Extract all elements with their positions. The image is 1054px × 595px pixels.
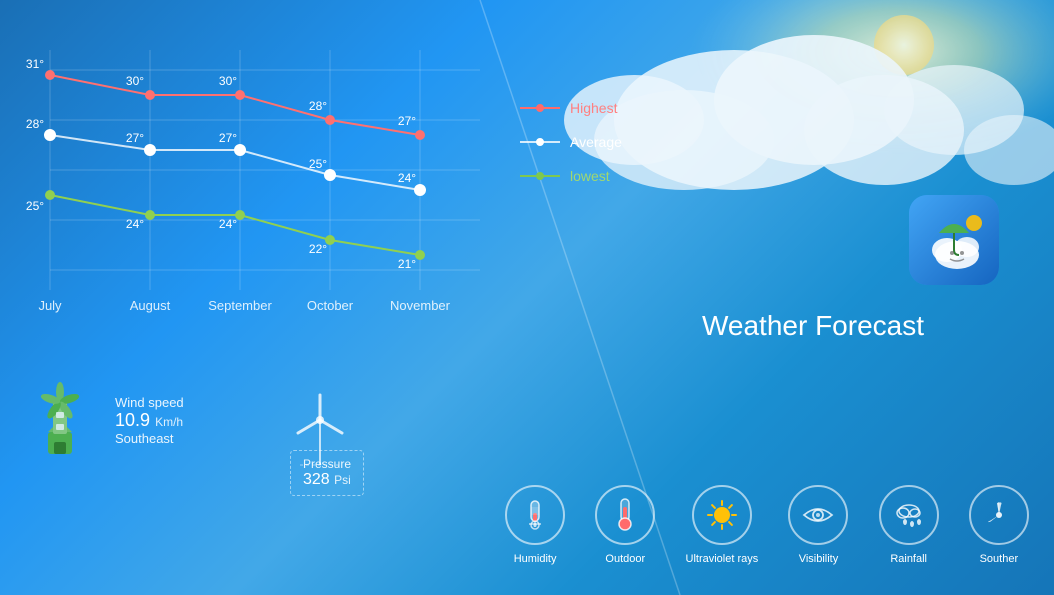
svg-text:November: November — [390, 298, 451, 313]
svg-text:22°: 22° — [309, 242, 327, 256]
svg-text:27°: 27° — [398, 114, 416, 128]
svg-text:27°: 27° — [126, 131, 144, 145]
pressure-value: 328 Psi — [303, 471, 351, 489]
uv-item[interactable]: Ultraviolet rays — [686, 485, 759, 565]
wind-info: Wind speed 10.9 Km/h Southeast — [115, 395, 184, 446]
app-icon[interactable] — [909, 195, 999, 285]
legend-line-highest — [520, 107, 560, 109]
rainfall-item[interactable]: Rainfall — [879, 485, 939, 565]
outdoor-icon-circle[interactable] — [595, 485, 655, 545]
svg-text:27°: 27° — [219, 131, 237, 145]
wind-speed-label: Wind speed — [115, 395, 184, 410]
rainfall-icon-circle[interactable] — [879, 485, 939, 545]
legend-label-lowest: lowest — [570, 168, 610, 184]
visibility-icon-circle[interactable] — [788, 485, 848, 545]
chart-legend: Highest Average lowest — [520, 100, 622, 202]
svg-text:28°: 28° — [309, 99, 327, 113]
svg-text:31°: 31° — [26, 57, 44, 71]
svg-text:25°: 25° — [309, 157, 327, 171]
windmill-icon — [20, 380, 100, 460]
wind-direction: Southeast — [115, 431, 184, 446]
legend-label-highest: Highest — [570, 100, 617, 116]
rainfall-label: Rainfall — [890, 553, 927, 565]
svg-text:October: October — [307, 298, 354, 313]
svg-text:September: September — [208, 298, 272, 313]
humidity-item[interactable]: Humidity — [505, 485, 565, 565]
wind-speed-value: 10.9 Km/h — [115, 410, 184, 431]
svg-text:30°: 30° — [126, 74, 144, 88]
wind-section: Wind speed 10.9 Km/h Southeast — [20, 380, 184, 460]
uv-label: Ultraviolet rays — [686, 553, 759, 565]
humidity-icon-circle[interactable] — [505, 485, 565, 545]
souther-icon-circle[interactable] — [969, 485, 1029, 545]
weather-forecast-title: Weather Forecast — [702, 310, 924, 362]
svg-text:August: August — [130, 298, 171, 313]
pressure-section: Pressure 328 Psi — [290, 450, 364, 496]
svg-text:21°: 21° — [398, 257, 416, 271]
svg-text:24°: 24° — [219, 217, 237, 231]
svg-text:25°: 25° — [26, 199, 44, 213]
legend-label-average: Average — [570, 134, 622, 150]
outdoor-label: Outdoor — [605, 553, 645, 565]
legend-line-average — [520, 141, 560, 143]
souther-label: Souther — [980, 553, 1019, 565]
temperature-chart: 31° 30° 30° 28° 27° 28° 27° 27° 25° 24° … — [20, 20, 510, 330]
legend-highest: Highest — [520, 100, 622, 116]
humidity-label: Humidity — [514, 553, 557, 565]
souther-item[interactable]: Souther — [969, 485, 1029, 565]
svg-text:July: July — [38, 298, 62, 313]
svg-text:24°: 24° — [398, 171, 416, 185]
legend-average: Average — [520, 134, 622, 150]
bottom-icons-row: Humidity Outdoor — [490, 485, 1044, 565]
svg-text:24°: 24° — [126, 217, 144, 231]
outdoor-item[interactable]: Outdoor — [595, 485, 655, 565]
svg-text:30°: 30° — [219, 74, 237, 88]
legend-lowest: lowest — [520, 168, 622, 184]
uv-icon-circle[interactable] — [692, 485, 752, 545]
visibility-label: Visibility — [799, 553, 839, 565]
legend-line-lowest — [520, 175, 560, 177]
svg-text:28°: 28° — [26, 117, 44, 131]
visibility-item[interactable]: Visibility — [788, 485, 848, 565]
pressure-label: Pressure — [303, 457, 351, 471]
